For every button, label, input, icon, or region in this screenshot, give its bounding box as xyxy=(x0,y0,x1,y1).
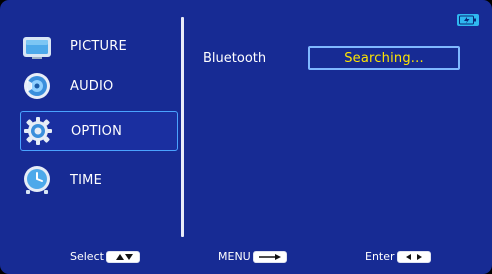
picture-icon xyxy=(22,31,52,61)
menu-item-time[interactable]: TIME xyxy=(20,160,178,200)
bluetooth-label: Bluetooth xyxy=(203,51,267,66)
menu-label-audio: AUDIO xyxy=(70,78,114,94)
battery-charging-icon xyxy=(457,14,479,26)
menu-label-time: TIME xyxy=(70,172,103,188)
hint-menu: MENU xyxy=(218,250,287,263)
menu-item-option[interactable]: OPTION xyxy=(20,111,178,151)
hint-enter-label: Enter xyxy=(365,250,395,263)
menu-divider xyxy=(181,17,184,237)
menu-label-option: OPTION xyxy=(71,123,123,139)
menu-item-audio[interactable]: AUDIO xyxy=(20,66,178,106)
menu-item-picture[interactable]: PICTURE xyxy=(20,26,178,66)
hint-enter: Enter xyxy=(365,250,431,263)
up-down-key-icon xyxy=(105,250,140,263)
footer-hints: Select MENU Enter xyxy=(0,250,492,270)
bluetooth-status-field[interactable]: Searching... xyxy=(308,46,460,70)
left-right-key-icon xyxy=(396,250,431,263)
hint-select-label: Select xyxy=(70,250,104,263)
hint-menu-label: MENU xyxy=(218,250,251,263)
option-icon xyxy=(23,116,53,146)
menu-label-picture: PICTURE xyxy=(70,38,127,54)
tv-menu-screen: PICTURE AUDIO OPTION TIME Bluetooth Sear… xyxy=(0,0,492,274)
time-icon xyxy=(22,165,52,195)
menu-sidebar: PICTURE AUDIO OPTION TIME xyxy=(0,0,182,245)
audio-icon xyxy=(22,71,52,101)
return-arrow-key-icon xyxy=(252,250,287,263)
hint-select: Select xyxy=(70,250,140,263)
